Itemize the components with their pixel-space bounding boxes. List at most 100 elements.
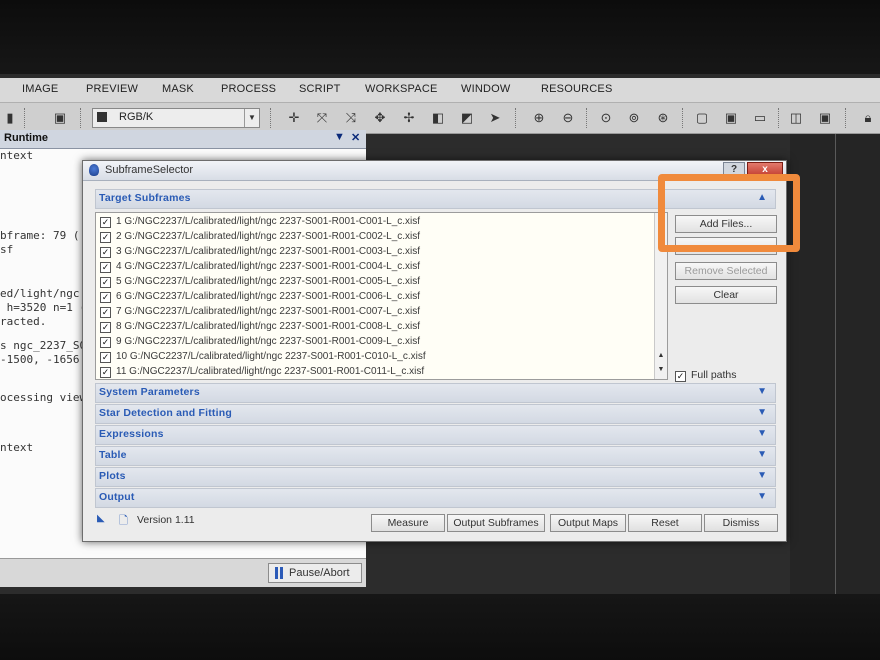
console-line: h=3520 n=1 ( xyxy=(0,301,87,314)
measure-button[interactable]: Measure xyxy=(371,514,445,532)
shrink-icon[interactable]: ⤨ xyxy=(343,110,359,126)
zoom-fit-icon[interactable]: ⊙ xyxy=(598,110,614,126)
menu-resources[interactable]: RESOURCES xyxy=(541,83,612,95)
menu-preview[interactable]: PREVIEW xyxy=(86,83,138,95)
color-space-value: RGB/K xyxy=(119,111,154,123)
list-item[interactable]: ✓ 7 G:/NGC2237/L/calibrated/light/ngc 223… xyxy=(100,306,420,320)
remove-selected-button[interactable]: Remove Selected xyxy=(675,262,777,280)
file-path: 1 G:/NGC2237/L/calibrated/light/ngc 2237… xyxy=(116,216,421,227)
checkbox-checked[interactable]: ✓ xyxy=(100,307,111,318)
clear-button[interactable]: Clear xyxy=(675,286,777,304)
monitor-bezel-bottom xyxy=(0,594,880,660)
list-item[interactable]: ✓ 3 G:/NGC2237/L/calibrated/light/ngc 223… xyxy=(100,246,420,260)
list-item[interactable]: ✓ 6 G:/NGC2237/L/calibrated/light/ngc 223… xyxy=(100,291,420,305)
zoom-out-icon[interactable]: ⊖ xyxy=(560,110,576,126)
list-item[interactable]: ✓ 5 G:/NGC2237/L/calibrated/light/ngc 223… xyxy=(100,276,420,290)
frame-select-icon[interactable]: ▣ xyxy=(723,110,739,126)
file-path: 7 G:/NGC2237/L/calibrated/light/ngc 2237… xyxy=(116,306,421,317)
star-detection-header[interactable]: Star Detection and Fitting ▼ xyxy=(95,404,776,424)
table-header[interactable]: Table ▼ xyxy=(95,446,776,466)
chevron-down-icon[interactable]: ▼ xyxy=(244,109,259,127)
checkbox-checked[interactable]: ✓ xyxy=(100,337,111,348)
plots-header[interactable]: Plots ▼ xyxy=(95,467,776,487)
toolbar-icon[interactable]: ▮ xyxy=(2,110,18,126)
select-icon[interactable]: ◩ xyxy=(459,110,475,126)
list-item[interactable]: ✓ 2 G:/NGC2237/L/calibrated/light/ngc 223… xyxy=(100,231,420,245)
zoom-1-1-icon[interactable]: ⊚ xyxy=(626,110,642,126)
layout-icon[interactable]: ◫ xyxy=(788,110,804,126)
system-parameters-header[interactable]: System Parameters ▼ xyxy=(95,383,776,403)
output-header[interactable]: Output ▼ xyxy=(95,488,776,508)
checkbox-checked[interactable]: ✓ xyxy=(100,352,111,363)
checkbox-checked[interactable]: ✓ xyxy=(675,371,686,382)
list-item[interactable]: ✓ 11 G:/NGC2237/L/calibrated/light/ngc 22… xyxy=(100,366,424,379)
checkbox-checked[interactable]: ✓ xyxy=(100,217,111,228)
crosshair-icon[interactable]: ✛ xyxy=(286,110,302,126)
chevron-down-icon[interactable]: ▼ xyxy=(334,131,345,143)
menu-window[interactable]: WINDOW xyxy=(461,83,510,95)
fit-view-icon[interactable]: ⤧ xyxy=(314,110,330,126)
app-logo-icon xyxy=(89,164,99,176)
toolbar-separator xyxy=(24,108,27,128)
menu-mask[interactable]: MASK xyxy=(162,83,194,95)
expand-icon[interactable]: ▼ xyxy=(757,386,767,397)
output-subframes-button[interactable]: Output Subframes xyxy=(447,514,545,532)
document-icon[interactable]: 🗋︎ xyxy=(119,512,128,531)
pause-abort-button[interactable]: Pause/Abort xyxy=(268,563,362,583)
menu-process[interactable]: PROCESS xyxy=(221,83,276,95)
color-swatch-icon xyxy=(97,112,107,122)
list-item[interactable]: ✓ 4 G:/NGC2237/L/calibrated/light/ngc 223… xyxy=(100,261,420,275)
readout-icon[interactable]: ◧ xyxy=(430,110,446,126)
expand-icon[interactable]: ▼ xyxy=(757,470,767,481)
list-item[interactable]: ✓ 8 G:/NGC2237/L/calibrated/light/ngc 223… xyxy=(100,321,420,335)
checkbox-checked[interactable]: ✓ xyxy=(100,277,111,288)
file-path: 3 G:/NGC2237/L/calibrated/light/ngc 2237… xyxy=(116,246,421,257)
new-instance-icon[interactable]: ◣ xyxy=(97,513,105,524)
checkbox-checked[interactable]: ✓ xyxy=(100,292,111,303)
menu-script[interactable]: SCRIPT xyxy=(299,83,341,95)
expand-icon[interactable]: ▼ xyxy=(757,449,767,460)
checkbox-checked[interactable]: ✓ xyxy=(100,247,111,258)
dialog-title: SubframeSelector xyxy=(105,164,194,176)
move-icon[interactable]: ✥ xyxy=(372,110,388,126)
checkbox-checked[interactable]: ✓ xyxy=(100,322,111,333)
expand-icon[interactable]: ▼ xyxy=(757,407,767,418)
console-title: Runtime xyxy=(4,132,48,144)
lock-icon[interactable]: 🔒︎ xyxy=(860,110,876,126)
list-item[interactable]: ✓ 1 G:/NGC2237/L/calibrated/light/ngc 223… xyxy=(100,216,420,230)
checkbox-checked[interactable]: ✓ xyxy=(100,262,111,273)
reset-button[interactable]: Reset xyxy=(628,514,702,532)
console-line: -1500, -1656. xyxy=(0,353,87,366)
pointer-icon[interactable]: ➤ xyxy=(487,110,503,126)
pan-icon[interactable]: ✢ xyxy=(401,110,417,126)
file-path: 4 G:/NGC2237/L/calibrated/light/ngc 2237… xyxy=(116,261,421,272)
scroll-up-icon[interactable]: ▲ xyxy=(655,351,667,361)
console-line: racted. xyxy=(0,315,47,328)
expand-icon[interactable]: ▼ xyxy=(757,428,767,439)
frame-icon[interactable]: ▢ xyxy=(694,110,710,126)
maximize-icon[interactable]: ▣ xyxy=(817,110,833,126)
console-line: ntext xyxy=(0,149,34,162)
console-titlebar: Runtime ▼ ✕ xyxy=(0,130,366,149)
expressions-header[interactable]: Expressions ▼ xyxy=(95,425,776,445)
dismiss-button[interactable]: Dismiss xyxy=(704,514,778,532)
full-paths-toggle[interactable]: ✓ Full paths xyxy=(675,369,737,382)
section-title: Plots xyxy=(99,470,126,482)
checkbox-checked[interactable]: ✓ xyxy=(100,367,111,378)
target-file-list[interactable]: ✓ 1 G:/NGC2237/L/calibrated/light/ngc 223… xyxy=(95,212,668,380)
zoom-2-1-icon[interactable]: ⊛ xyxy=(655,110,671,126)
output-maps-button[interactable]: Output Maps xyxy=(550,514,626,532)
color-space-combo[interactable]: RGB/K ▼ xyxy=(92,108,260,128)
zoom-in-icon[interactable]: ⊕ xyxy=(531,110,547,126)
console-footer: Pause/Abort xyxy=(0,558,366,587)
expand-icon[interactable]: ▼ xyxy=(757,491,767,502)
new-image-icon[interactable]: ▣ xyxy=(52,110,68,126)
list-item[interactable]: ✓ 9 G:/NGC2237/L/calibrated/light/ngc 223… xyxy=(100,336,420,350)
window-icon[interactable]: ▭ xyxy=(752,110,768,126)
scroll-down-icon[interactable]: ▼ xyxy=(655,365,667,375)
menu-workspace[interactable]: WORKSPACE xyxy=(365,83,438,95)
menu-image[interactable]: IMAGE xyxy=(22,83,58,95)
close-icon[interactable]: ✕ xyxy=(351,131,360,144)
list-item[interactable]: ✓ 10 G:/NGC2237/L/calibrated/light/ngc 22… xyxy=(100,351,426,365)
checkbox-checked[interactable]: ✓ xyxy=(100,232,111,243)
